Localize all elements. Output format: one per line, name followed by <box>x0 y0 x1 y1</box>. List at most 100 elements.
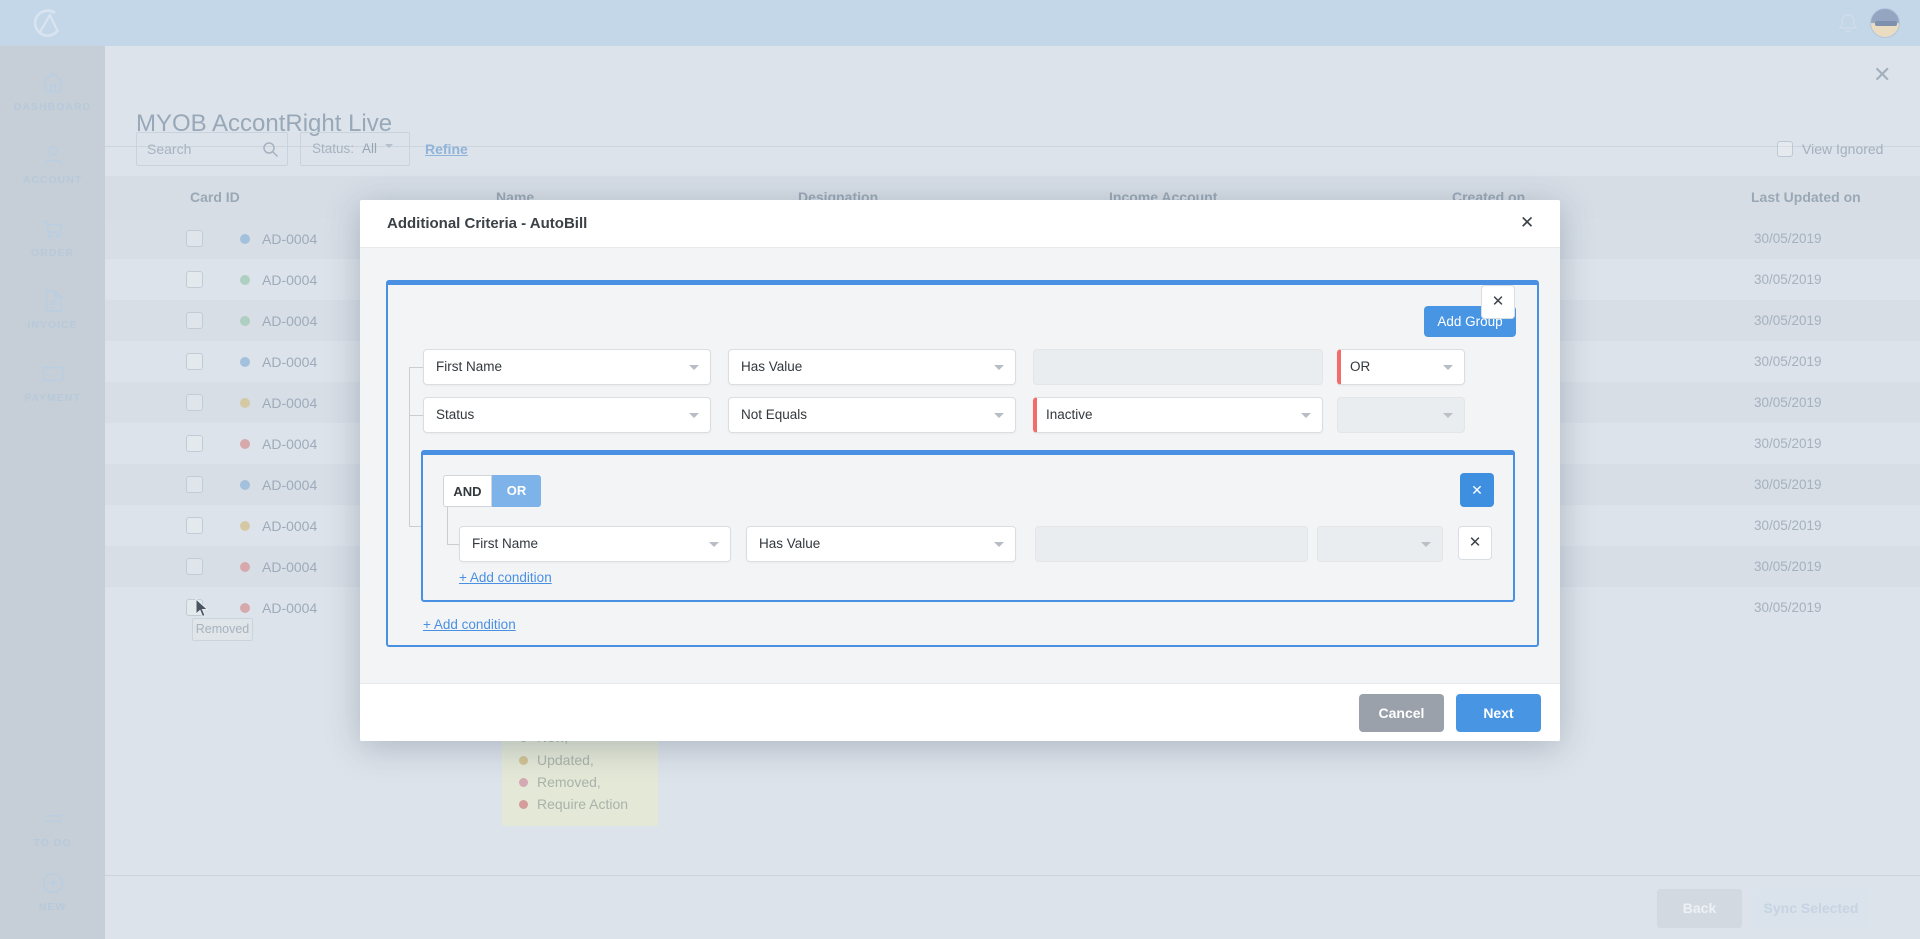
cancel-button[interactable]: Cancel <box>1359 694 1444 732</box>
tree-connector <box>409 367 410 527</box>
sync-selected-button[interactable]: Sync Selected <box>1753 889 1869 928</box>
or-toggle-button[interactable]: OR <box>492 475 541 507</box>
legend-item: Require Action <box>519 796 628 812</box>
column-header: Card ID <box>190 189 240 205</box>
status-filter-value: All <box>362 141 377 156</box>
card-id-cell: AD-0004 <box>262 354 317 370</box>
sidebar-item-account[interactable]: ACCOUNT <box>0 143 105 186</box>
tree-connector <box>409 367 423 368</box>
logic-dropdown[interactable]: OR <box>1337 349 1465 385</box>
chevron-down-icon <box>1301 413 1311 423</box>
remove-group-button[interactable]: ✕ <box>1460 473 1494 507</box>
legend-item: Updated, <box>519 752 594 768</box>
criteria-group: Add Group First Name Has Value OR ✕ Stat… <box>386 280 1539 647</box>
column-header: Last Updated on <box>1751 189 1861 205</box>
card-id-cell: AD-0004 <box>262 231 317 247</box>
operator-dropdown[interactable]: Has Value <box>746 526 1016 562</box>
view-ignored-checkbox[interactable] <box>1777 141 1793 157</box>
value-dropdown[interactable]: Inactive <box>1033 397 1323 433</box>
chevron-down-icon <box>689 365 699 375</box>
chevron-down-icon <box>709 542 719 552</box>
field-dropdown[interactable]: Status <box>423 397 711 433</box>
row-checkbox[interactable] <box>186 394 203 411</box>
footer-divider <box>105 875 1920 876</box>
row-checkbox[interactable] <box>186 517 203 534</box>
chevron-down-icon <box>1443 413 1453 423</box>
invoice-icon <box>40 288 66 314</box>
remove-condition-button[interactable]: ✕ <box>1481 285 1515 319</box>
row-checkbox[interactable] <box>186 353 203 370</box>
sidebar-item-new[interactable]: NEW <box>0 870 105 913</box>
field-dropdown[interactable]: First Name <box>459 526 731 562</box>
status-filter-dropdown[interactable]: Status: All <box>300 132 410 166</box>
card-icon <box>40 361 66 387</box>
sidebar-item-label: TO DO <box>0 837 105 849</box>
chevron-down-icon <box>385 144 393 152</box>
chevron-down-icon <box>994 413 1004 423</box>
user-avatar[interactable] <box>1870 8 1900 38</box>
next-button[interactable]: Next <box>1456 694 1541 732</box>
chevron-down-icon <box>1421 542 1431 552</box>
tree-connector <box>409 415 423 416</box>
refine-link[interactable]: Refine <box>425 141 468 157</box>
card-id-cell: AD-0004 <box>262 600 317 616</box>
sidebar-item-todo[interactable]: TO DO <box>0 806 105 849</box>
logic-value: OR <box>1350 359 1370 374</box>
field-dropdown[interactable]: First Name <box>423 349 711 385</box>
tree-connector <box>409 526 421 527</box>
chevron-down-icon <box>1443 365 1453 375</box>
cart-icon <box>40 216 66 242</box>
legend-item: Removed, <box>519 774 601 790</box>
add-condition-link[interactable]: + Add condition <box>459 570 552 585</box>
tree-connector <box>447 544 459 545</box>
sidebar-item-payment[interactable]: PAYMENT <box>0 361 105 404</box>
person-icon <box>40 143 66 169</box>
operator-dropdown[interactable]: Not Equals <box>728 397 1016 433</box>
row-checkbox[interactable] <box>186 271 203 288</box>
last-updated-cell: 30/05/2019 <box>1754 395 1822 410</box>
and-toggle-button[interactable]: AND <box>443 475 492 507</box>
operator-dropdown[interactable]: Has Value <box>728 349 1016 385</box>
card-id-cell: AD-0004 <box>262 395 317 411</box>
row-checkbox[interactable] <box>186 435 203 452</box>
sidebar-item-label: ORDER <box>0 247 105 259</box>
modal-close-icon[interactable]: ✕ <box>1520 213 1534 233</box>
last-updated-cell: 30/05/2019 <box>1754 559 1822 574</box>
sidebar-item-dashboard[interactable]: DASHBOARD <box>0 70 105 113</box>
value-input <box>1033 349 1323 385</box>
logic-dropdown <box>1317 526 1443 562</box>
sidebar-item-label: DASHBOARD <box>0 101 105 113</box>
additional-criteria-modal: Additional Criteria - AutoBill ✕ Add Gro… <box>360 200 1560 741</box>
card-id-cell: AD-0004 <box>262 436 317 452</box>
row-checkbox[interactable] <box>186 312 203 329</box>
legend-label: Updated, <box>537 752 594 768</box>
view-ignored-control[interactable]: View Ignored <box>1777 141 1883 157</box>
sidebar-item-invoice[interactable]: INVOICE <box>0 288 105 331</box>
legend-dot <box>519 756 528 765</box>
page-close-icon[interactable]: ✕ <box>1873 62 1891 88</box>
modal-header: Additional Criteria - AutoBill ✕ <box>360 200 1560 248</box>
field-value: First Name <box>472 536 538 551</box>
field-value: Status <box>436 407 474 422</box>
tree-connector <box>447 507 448 544</box>
card-id-cell: AD-0004 <box>262 477 317 493</box>
search-icon <box>262 141 279 158</box>
status-filter-label: Status: <box>312 141 354 156</box>
status-dot <box>240 480 250 490</box>
notification-bell-icon[interactable] <box>1836 11 1860 35</box>
plus-circle-icon <box>40 870 66 896</box>
row-checkbox[interactable] <box>186 230 203 247</box>
legend-label: Require Action <box>537 796 628 812</box>
add-condition-link[interactable]: + Add condition <box>423 617 516 632</box>
last-updated-cell: 30/05/2019 <box>1754 518 1822 533</box>
remove-condition-button[interactable]: ✕ <box>1458 526 1492 560</box>
field-value: First Name <box>436 359 502 374</box>
brand-logo-icon <box>28 6 64 42</box>
operator-value: Not Equals <box>741 407 807 422</box>
back-button[interactable]: Back <box>1657 889 1742 928</box>
sidebar-item-order[interactable]: ORDER <box>0 216 105 259</box>
chevron-down-icon <box>689 413 699 423</box>
row-checkbox[interactable] <box>186 476 203 493</box>
row-checkbox[interactable] <box>186 558 203 575</box>
status-dot <box>240 234 250 244</box>
